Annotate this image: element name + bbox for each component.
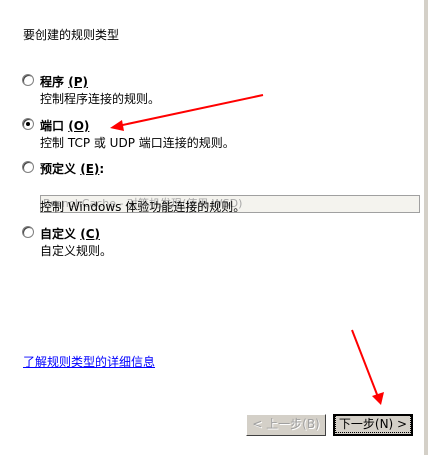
option-predefined-desc: 控制 Windows 体验功能连接的规则。 bbox=[40, 200, 246, 214]
arrow-to-next-icon bbox=[351, 329, 384, 405]
option-port-desc: 控制 TCP 或 UDP 端口连接的规则。 bbox=[40, 136, 235, 150]
rule-type-prompt: 要创建的规则类型 bbox=[23, 28, 120, 42]
option-predefined-label: 预定义 (E): bbox=[40, 162, 105, 176]
radio-predefined[interactable] bbox=[22, 161, 34, 173]
option-program-desc: 控制程序连接的规则。 bbox=[40, 92, 161, 106]
radio-custom[interactable] bbox=[22, 226, 34, 238]
radio-program[interactable] bbox=[22, 74, 34, 86]
option-port-label: 端口 (O) bbox=[40, 119, 90, 133]
option-program-label: 程序 (P) bbox=[40, 75, 88, 89]
rule-type-panel: 要创建的规则类型 程序 (P) 控制程序连接的规则。 端口 (O) 控制 TCP… bbox=[0, 0, 424, 455]
option-custom-label: 自定义 (C) bbox=[40, 227, 100, 241]
back-button[interactable]: < 上一步(B) bbox=[246, 414, 326, 436]
option-custom-desc: 自定义规则。 bbox=[40, 244, 113, 258]
learn-more-link[interactable]: 了解规则类型的详细信息 bbox=[23, 353, 155, 370]
radio-port[interactable] bbox=[22, 118, 34, 130]
next-button[interactable]: 下一步(N) > bbox=[333, 414, 413, 436]
window-border bbox=[424, 0, 428, 455]
